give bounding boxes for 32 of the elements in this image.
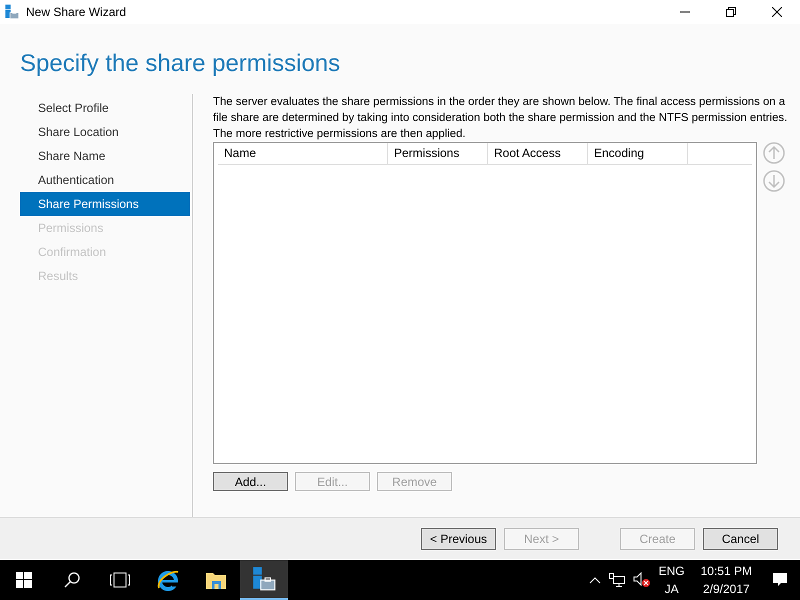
- browser-icon: [156, 568, 180, 592]
- wizard-step[interactable]: Select Profile: [20, 96, 190, 120]
- column-header[interactable]: Root Access: [488, 143, 588, 164]
- network-icon[interactable]: [608, 573, 625, 587]
- search-icon: [64, 572, 80, 588]
- permissions-table[interactable]: Name Permissions Root Access Encoding: [213, 142, 757, 464]
- column-header[interactable]: Name: [218, 143, 388, 164]
- task-view-icon: [110, 572, 130, 588]
- wizard-button[interactable]: < Previous: [421, 528, 496, 550]
- wizard-step[interactable]: Authentication: [20, 168, 190, 192]
- clock[interactable]: 10:51 PM 2/9/2017: [700, 562, 752, 598]
- page-heading: Specify the share permissions: [20, 50, 342, 79]
- wizard-taskbar-button[interactable]: [240, 560, 288, 600]
- wizard-button[interactable]: Cancel: [703, 528, 778, 550]
- description-text: The server evaluates the share permissions in the order they are shown below. The final access permissions on a file share are determined by taking into consideration both the share permission and the NTFS permission entries. The more restrictive permissions are then applied.: [213, 95, 788, 142]
- restore-icon: [726, 7, 736, 17]
- wizard-step[interactable]: Share Name: [20, 144, 190, 168]
- column-header[interactable]: Permissions: [388, 143, 488, 164]
- share-wizard-icon: [251, 566, 277, 592]
- column-header[interactable]: Encoding: [588, 143, 688, 164]
- input-language[interactable]: ENG JA: [658, 562, 685, 598]
- wizard-step[interactable]: Share Permissions: [20, 192, 190, 216]
- muted-speaker-icon[interactable]: [632, 572, 651, 588]
- window-title: New Share Wizard: [26, 5, 128, 19]
- windows-icon: [16, 572, 32, 588]
- chevron-up-icon[interactable]: [588, 576, 601, 584]
- close-icon: [772, 7, 782, 17]
- wizard-step[interactable]: Share Location: [20, 120, 190, 144]
- list-button[interactable]: Add...: [213, 472, 288, 491]
- app-icon: [4, 4, 20, 20]
- folder-icon: [205, 570, 227, 590]
- minimize-icon: [680, 11, 690, 13]
